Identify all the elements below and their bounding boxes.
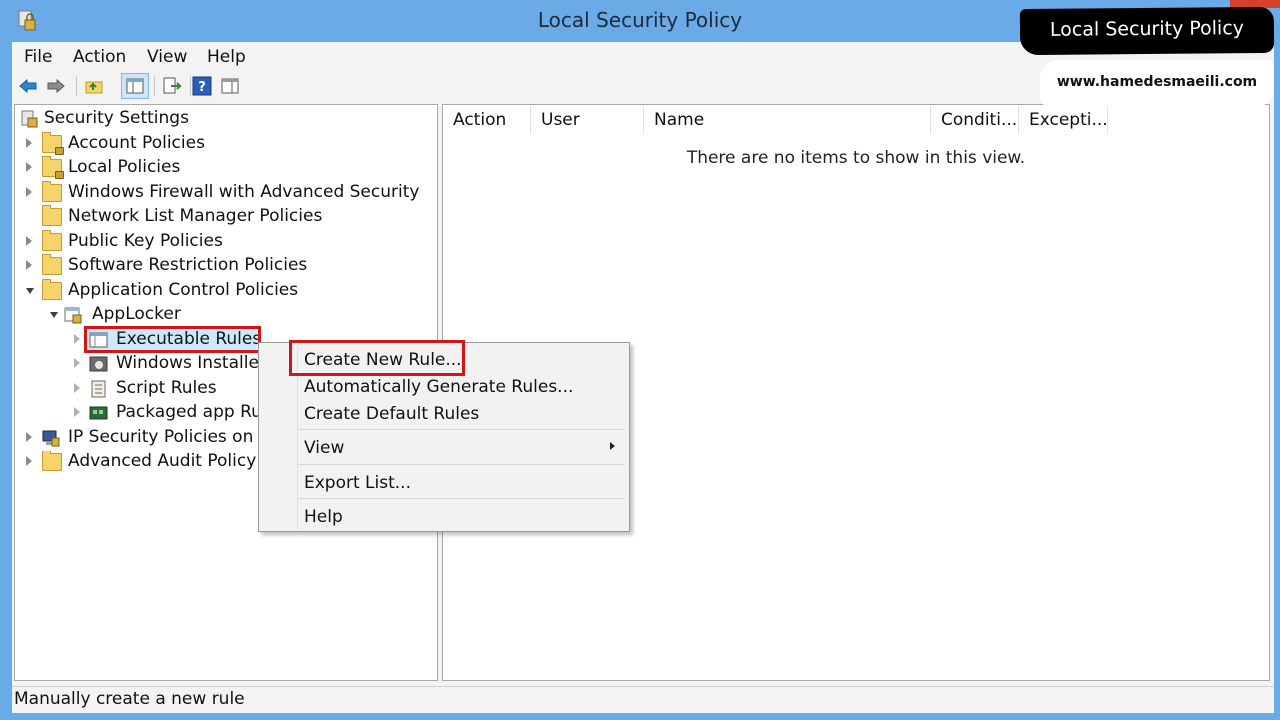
tree-item-software-restriction[interactable]: Software Restriction Policies (26, 254, 326, 277)
svg-text:?: ? (198, 80, 206, 95)
menu-separator (299, 464, 625, 465)
tree-item-applocker[interactable]: AppLocker (50, 304, 250, 326)
tree-label: Windows Installe (116, 353, 258, 373)
toolbar-separator (154, 76, 155, 96)
help-icon[interactable]: ? (192, 76, 212, 96)
tree-label: Windows Firewall with Advanced Security (68, 182, 420, 202)
applocker-icon (64, 307, 82, 324)
menu-file[interactable]: File (24, 47, 52, 67)
menu-item-view[interactable]: View (304, 438, 344, 458)
column-header-exceptions[interactable]: Excepti... (1019, 106, 1108, 134)
menu-separator (299, 429, 625, 430)
tree-item-windows-installer[interactable]: Windows Installe (74, 353, 258, 375)
tree-item-application-control[interactable]: Application Control Policies (26, 279, 326, 302)
column-header-conditions[interactable]: Conditi... (931, 106, 1019, 134)
collapse-arrow-icon[interactable] (26, 288, 34, 294)
up-folder-icon[interactable] (84, 76, 104, 96)
tree-item-security-settings[interactable]: Security Settings (20, 108, 220, 130)
installer-icon (89, 356, 108, 372)
menu-help[interactable]: Help (207, 47, 246, 67)
watermark-title-badge: Local Security Policy (1019, 6, 1275, 56)
tree-item-ip-security[interactable]: IP Security Policies on L (26, 427, 258, 449)
forward-arrow-icon[interactable] (46, 76, 66, 96)
menu-separator (299, 498, 625, 499)
app-window: Local Security Policy File Action View H… (0, 0, 1280, 720)
folder-lock-icon (42, 132, 64, 155)
expand-arrow-icon[interactable] (26, 432, 32, 442)
expand-arrow-icon[interactable] (74, 407, 80, 417)
script-icon (91, 380, 106, 398)
tree-label: Script Rules (116, 378, 217, 398)
tree-label: IP Security Policies on L (68, 427, 258, 447)
highlight-box-executable-rules (84, 326, 261, 353)
highlight-box-create-new-rule (289, 340, 465, 376)
column-header-action[interactable]: Action (443, 106, 531, 134)
tree-item-advanced-audit[interactable]: Advanced Audit Policy (26, 451, 258, 473)
status-text: Manually create a new rule (14, 689, 245, 709)
tree-label: Advanced Audit Policy (68, 451, 257, 471)
tree-label: Security Settings (44, 108, 189, 128)
tree-item-local-policies[interactable]: Local Policies (26, 156, 226, 179)
tree-item-packaged-app-rules[interactable]: Packaged app Ru (74, 402, 258, 424)
back-arrow-icon[interactable] (18, 76, 38, 96)
tree-label: Public Key Policies (68, 231, 223, 251)
expand-arrow-icon[interactable] (26, 456, 32, 466)
tree-label: Local Policies (68, 157, 181, 177)
tree-label: Software Restriction Policies (68, 255, 308, 275)
folder-icon (42, 205, 62, 226)
menu-action[interactable]: Action (73, 47, 126, 67)
show-tree-icon[interactable] (125, 76, 145, 96)
toolbar-separator (76, 76, 77, 96)
empty-list-message: There are no items to show in this view. (686, 148, 1026, 168)
tree-item-account-policies[interactable]: Account Policies (26, 132, 226, 155)
menu-item-help[interactable]: Help (304, 507, 343, 527)
watermark-url: www.hamedesmaeili.com (1056, 74, 1258, 90)
tree-label: Account Policies (68, 133, 205, 153)
tree-label: Network List Manager Policies (68, 206, 323, 226)
tree-item-public-key[interactable]: Public Key Policies (26, 230, 326, 253)
folder-icon (42, 279, 62, 300)
expand-arrow-icon[interactable] (26, 162, 32, 172)
expand-arrow-icon[interactable] (74, 334, 80, 344)
expand-arrow-icon[interactable] (26, 187, 32, 197)
security-settings-icon (21, 110, 38, 128)
menu-item-create-default-rules[interactable]: Create Default Rules (304, 404, 479, 424)
column-header-user[interactable]: User (531, 106, 644, 134)
ip-security-icon (42, 430, 60, 447)
collapse-arrow-icon[interactable] (50, 312, 58, 318)
tree-item-network-list-manager[interactable]: Network List Manager Policies (26, 205, 426, 228)
expand-arrow-icon[interactable] (74, 358, 80, 368)
tree-item-script-rules[interactable]: Script Rules (74, 378, 258, 400)
expand-arrow-icon[interactable] (26, 138, 32, 148)
menu-item-auto-generate-rules[interactable]: Automatically Generate Rules... (304, 377, 573, 397)
folder-icon (42, 181, 62, 202)
tree-label: Application Control Policies (68, 280, 299, 300)
folder-icon (42, 451, 62, 471)
expand-arrow-icon[interactable] (74, 383, 80, 393)
folder-lock-icon (42, 156, 64, 179)
menu-view[interactable]: View (147, 47, 187, 67)
toolbar-separator (190, 76, 191, 96)
folder-icon (42, 254, 62, 275)
packaged-app-icon (89, 406, 108, 420)
expand-arrow-icon[interactable] (26, 260, 32, 270)
tree-label: AppLocker (92, 304, 181, 324)
expand-arrow-icon[interactable] (26, 236, 32, 246)
submenu-arrow-icon (610, 442, 615, 450)
watermark-url-badge: www.hamedesmaeili.com (1040, 60, 1274, 106)
folder-icon (42, 230, 62, 251)
tree-item-windows-firewall[interactable]: Windows Firewall with Advanced Security (26, 181, 426, 204)
watermark-title: Local Security Policy (1049, 17, 1245, 41)
status-bar: Manually create a new rule (12, 686, 1274, 713)
properties-pane-icon[interactable] (220, 76, 240, 96)
export-list-icon[interactable] (162, 76, 182, 96)
column-header-name[interactable]: Name (644, 106, 931, 134)
menu-item-export-list[interactable]: Export List... (304, 473, 411, 493)
tree-label: Packaged app Ru (116, 402, 258, 422)
